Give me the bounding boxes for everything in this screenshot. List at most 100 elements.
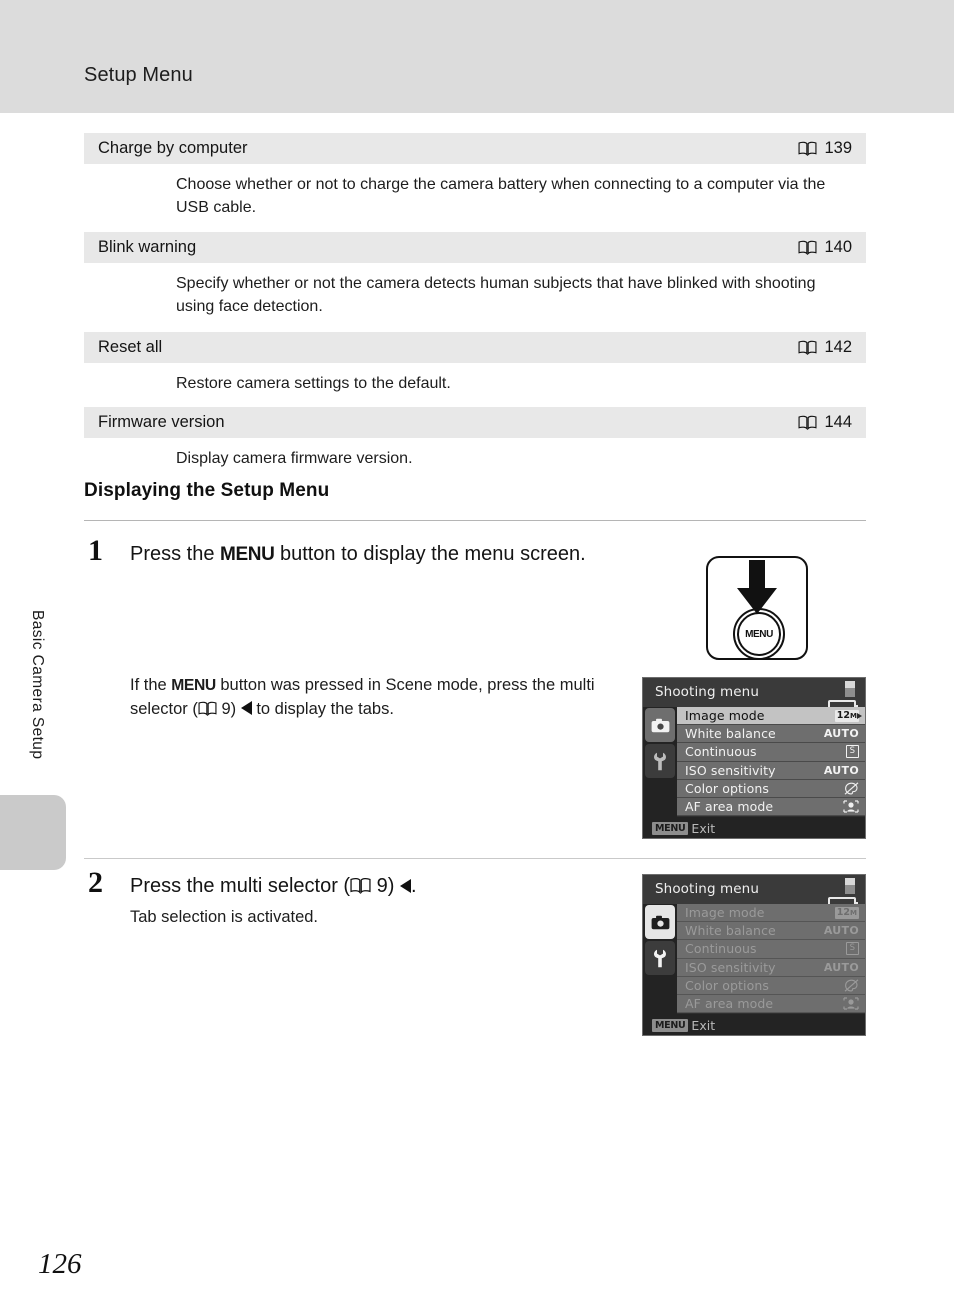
lcd-body: Image mode 12M White balance AUTO Contin… — [643, 904, 865, 1014]
row-page-number: 139 — [824, 139, 852, 157]
book-icon — [198, 701, 217, 716]
table-row-header: Charge by computer 139 — [84, 133, 866, 164]
lcd-exit-label: Exit — [691, 1017, 716, 1033]
scrollbar-icon[interactable] — [845, 681, 855, 697]
lcd-menu-item-continuous[interactable]: Continuous S — [677, 940, 865, 959]
af-area-icon — [843, 800, 859, 813]
image-mode-badge: 12M — [834, 709, 859, 722]
book-icon — [798, 340, 817, 355]
menu-button-illustration-label: MENU — [745, 628, 773, 640]
row-description: Specify whether or not the camera detect… — [176, 275, 816, 316]
lcd-tab-shooting[interactable] — [645, 708, 675, 742]
camera-icon — [651, 915, 669, 929]
row-page-reference: 144 — [798, 413, 852, 432]
row-page-number: 144 — [824, 412, 852, 431]
lcd-footer-bar: MENU Exit — [643, 817, 865, 838]
row-page-reference: 140 — [798, 238, 852, 257]
step-divider — [84, 858, 866, 859]
lcd-menu-item-iso-sensitivity[interactable]: ISO sensitivity AUTO — [677, 958, 865, 977]
lcd-menu-item-white-balance[interactable]: White balance AUTO — [677, 922, 865, 941]
step-1-subtext: If the MENU button was pressed in Scene … — [130, 674, 630, 722]
lcd-item-value — [825, 782, 859, 795]
lcd-item-label: Color options — [685, 977, 769, 993]
chapter-thumb-tab — [0, 795, 66, 870]
lcd-item-value — [825, 979, 859, 992]
chapter-side-label: Basic Camera Setup — [29, 610, 46, 760]
row-page-number: 142 — [824, 337, 852, 356]
lcd-tab-setup[interactable] — [645, 941, 675, 975]
lcd-tab-shooting[interactable] — [645, 905, 675, 939]
camera-icon — [651, 718, 669, 732]
step-1-title-part-b: button to display the menu screen. — [274, 543, 586, 565]
table-row-header: Blink warning 140 — [84, 232, 866, 264]
lcd-item-label: Continuous — [685, 941, 757, 957]
lcd-screen-shooting-menu-2: Shooting menu Image mode 12M White balan… — [642, 874, 866, 1036]
lcd-item-label: Color options — [685, 780, 769, 796]
lcd-title: Shooting menu — [655, 684, 759, 700]
chevron-right-icon — [857, 712, 862, 719]
book-icon — [798, 241, 817, 256]
lcd-item-value: AUTO — [823, 960, 859, 974]
lcd-item-value — [825, 800, 859, 813]
step-1-title: Press the MENU button to display the men… — [130, 540, 600, 569]
lcd-item-label: ISO sensitivity — [685, 959, 776, 975]
table-row: Firmware version 144 Display camera firm… — [84, 406, 866, 482]
scrollbar-icon[interactable] — [845, 878, 855, 894]
lcd-menu-list: Image mode 12M White balance AUTO Contin… — [677, 707, 865, 817]
section-divider — [84, 520, 866, 521]
lcd-menu-item-continuous[interactable]: Continuous S — [677, 743, 865, 762]
step-1-sub-part-c: ) — [230, 699, 241, 718]
step-2-subtext: Tab selection is activated. — [130, 908, 319, 926]
menu-button-inner-ring: MENU — [737, 612, 781, 656]
lcd-menu-item-image-mode[interactable]: Image mode 12M — [677, 707, 865, 726]
lcd-item-label: Image mode — [685, 905, 765, 921]
lcd-item-label: ISO sensitivity — [685, 762, 776, 778]
lcd-menu-item-color-options[interactable]: Color options — [677, 976, 865, 995]
single-shot-icon: S — [845, 745, 859, 759]
lcd-menu-item-af-area-mode[interactable]: AF area mode — [677, 994, 865, 1014]
lcd-item-label: Image mode — [685, 708, 765, 724]
lcd-item-value: AUTO — [823, 727, 859, 741]
step-1-sub-part-d: to display the tabs. — [251, 699, 394, 718]
lcd-title-bar: Shooting menu — [643, 678, 865, 715]
step-2-title: Press the multi selector ( 9) . — [130, 872, 600, 901]
row-description: Restore camera settings to the default. — [176, 374, 451, 392]
step-1-sub-part-a: If the — [130, 676, 172, 694]
table-row: Blink warning 140 Specify whether or not… — [84, 232, 866, 331]
menu-button-label: MENU — [171, 677, 216, 694]
table-row: Reset all 142 Restore camera settings to… — [84, 331, 866, 407]
image-mode-badge: 12M — [834, 906, 859, 919]
lcd-item-label: White balance — [685, 923, 776, 939]
step-1-title-part-a: Press the — [130, 543, 221, 565]
lcd-menu-item-image-mode[interactable]: Image mode 12M — [677, 904, 865, 923]
lcd-tab-setup[interactable] — [645, 744, 675, 778]
table-row-header: Reset all 142 — [84, 331, 866, 363]
lcd-item-value: AUTO — [823, 924, 859, 938]
row-page-reference: 142 — [798, 338, 852, 357]
row-title: Reset all — [98, 337, 163, 356]
lcd-menu-item-af-area-mode[interactable]: AF area mode — [677, 797, 865, 817]
step-2-title-part-a: Press the multi selector ( — [130, 875, 351, 897]
color-options-icon — [844, 782, 859, 795]
image-mode-unit: M — [850, 908, 857, 917]
af-area-icon — [843, 997, 859, 1010]
lcd-tab-column — [643, 904, 677, 1014]
book-icon — [798, 415, 817, 430]
lcd-tab-column — [643, 707, 677, 817]
lcd-exit-label: Exit — [691, 820, 716, 836]
lcd-footer-bar: MENU Exit — [643, 1014, 865, 1035]
row-page-reference: 139 — [798, 139, 852, 158]
row-page-number: 140 — [824, 238, 852, 257]
menu-chip: MENU — [652, 1018, 689, 1032]
book-icon — [798, 141, 817, 156]
row-description: Choose whether or not to charge the came… — [176, 176, 826, 216]
menu-button-illustration: MENU — [706, 556, 808, 660]
arrow-down-icon — [749, 560, 765, 590]
lcd-menu-item-color-options[interactable]: Color options — [677, 779, 865, 798]
lcd-menu-item-white-balance[interactable]: White balance AUTO — [677, 725, 865, 744]
row-description: Display camera firmware version. — [176, 449, 413, 467]
lcd-menu-item-iso-sensitivity[interactable]: ISO sensitivity AUTO — [677, 761, 865, 780]
image-mode-value: 12 — [836, 906, 851, 918]
image-mode-unit: M — [850, 711, 857, 720]
lcd-item-value: S — [825, 745, 859, 759]
